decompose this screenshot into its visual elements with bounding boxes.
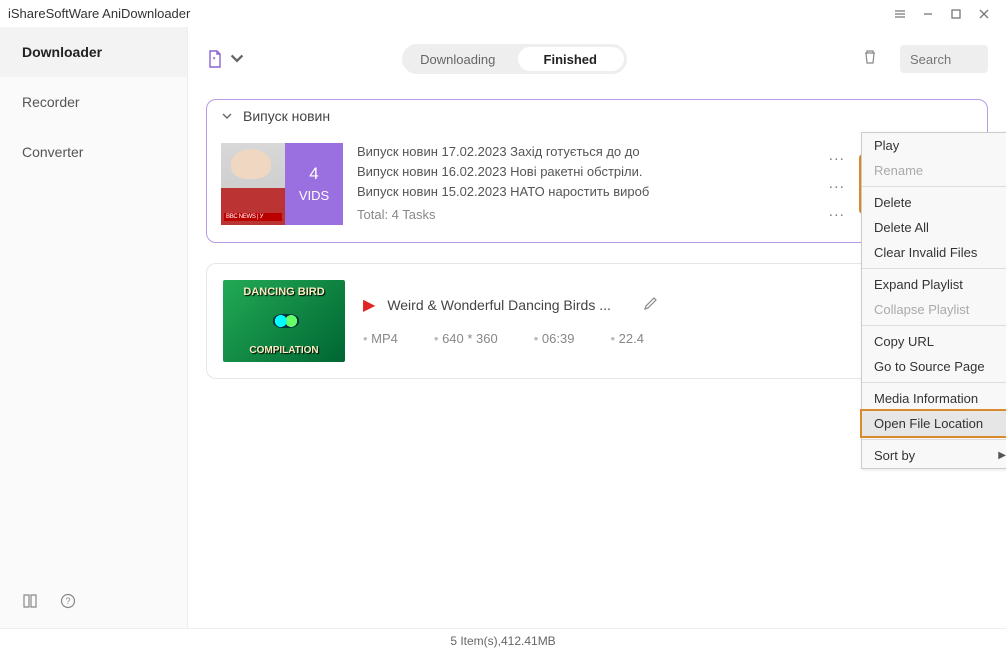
chevron-down-icon: [228, 50, 246, 68]
tab-finished[interactable]: Finished: [514, 52, 627, 67]
menu-open-file-location[interactable]: Open File Location: [860, 409, 1006, 438]
chevron-right-icon: ▶: [998, 450, 1006, 461]
sidebar-item-label: Recorder: [22, 94, 80, 110]
add-button[interactable]: [206, 50, 246, 68]
status-text: 5 Item(s),412.41MB: [450, 634, 555, 648]
add-file-icon: [206, 50, 224, 68]
menu-copy-url[interactable]: Copy URL: [862, 329, 1006, 354]
tab-downloading[interactable]: Downloading: [402, 52, 515, 67]
sidebar: Downloader Recorder Converter ?: [0, 27, 188, 628]
menu-play[interactable]: Play: [862, 133, 1006, 158]
menu-delete-all[interactable]: Delete All: [862, 215, 1006, 240]
sidebar-item-label: Converter: [22, 144, 83, 160]
close-icon[interactable]: [970, 3, 998, 25]
menu-source-page[interactable]: Go to Source Page: [862, 354, 1006, 379]
minimize-icon[interactable]: [914, 3, 942, 25]
sidebar-item-label: Downloader: [22, 44, 102, 60]
sidebar-item-converter[interactable]: Converter: [0, 127, 187, 177]
playlist-lines: Випуск новин 17.02.2023 Захід готується …: [357, 142, 815, 226]
status-bar: 5 Item(s),412.41MB: [0, 628, 1006, 652]
menu-media-info[interactable]: Media Information: [862, 386, 1006, 411]
video-meta: MP4 640 * 360 06:39 22.4: [363, 331, 859, 346]
menu-expand-playlist[interactable]: Expand Playlist: [862, 272, 1006, 297]
search-input[interactable]: [900, 45, 988, 73]
status-tabs: Downloading Finished: [402, 44, 627, 74]
more-icon[interactable]: ...: [829, 203, 845, 221]
context-menu: Play Rename Delete Delete All Clear Inva…: [861, 132, 1006, 469]
maximize-icon[interactable]: [942, 3, 970, 25]
menu-sort-by[interactable]: Sort by▶: [862, 443, 1006, 468]
menu-clear-invalid[interactable]: Clear Invalid Files: [862, 240, 1006, 265]
playlist-title: Випуск новин: [243, 108, 330, 124]
title-bar: iShareSoftWare AniDownloader: [0, 0, 1006, 27]
more-icon[interactable]: ...: [829, 147, 845, 165]
edit-icon[interactable]: [643, 296, 658, 314]
toolbar: Downloading Finished: [206, 39, 988, 79]
svg-text:?: ?: [65, 596, 70, 606]
video-thumbnail: DANCING BIRD COMPILATION: [223, 280, 345, 362]
book-icon[interactable]: [22, 593, 38, 614]
playlist-toggle[interactable]: Випуск новин: [207, 100, 987, 132]
video-title: Weird & Wonderful Dancing Birds ...: [387, 297, 611, 313]
app-title: iShareSoftWare AniDownloader: [8, 6, 190, 21]
menu-icon[interactable]: [886, 3, 914, 25]
more-icon[interactable]: ...: [829, 175, 845, 193]
chevron-down-icon: [221, 110, 233, 122]
playlist-thumbnail: 4 VIDS: [221, 143, 343, 225]
vids-badge: 4 VIDS: [285, 143, 343, 225]
menu-delete[interactable]: Delete: [862, 190, 1006, 215]
youtube-icon: ▶: [363, 295, 375, 315]
menu-rename: Rename: [862, 158, 1006, 183]
sidebar-item-downloader[interactable]: Downloader: [0, 27, 187, 77]
content-area: Downloading Finished Випуск новин 4: [188, 27, 1006, 628]
menu-collapse-playlist: Collapse Playlist: [862, 297, 1006, 322]
sidebar-item-recorder[interactable]: Recorder: [0, 77, 187, 127]
help-icon[interactable]: ?: [60, 593, 76, 614]
trash-icon[interactable]: [862, 49, 878, 70]
